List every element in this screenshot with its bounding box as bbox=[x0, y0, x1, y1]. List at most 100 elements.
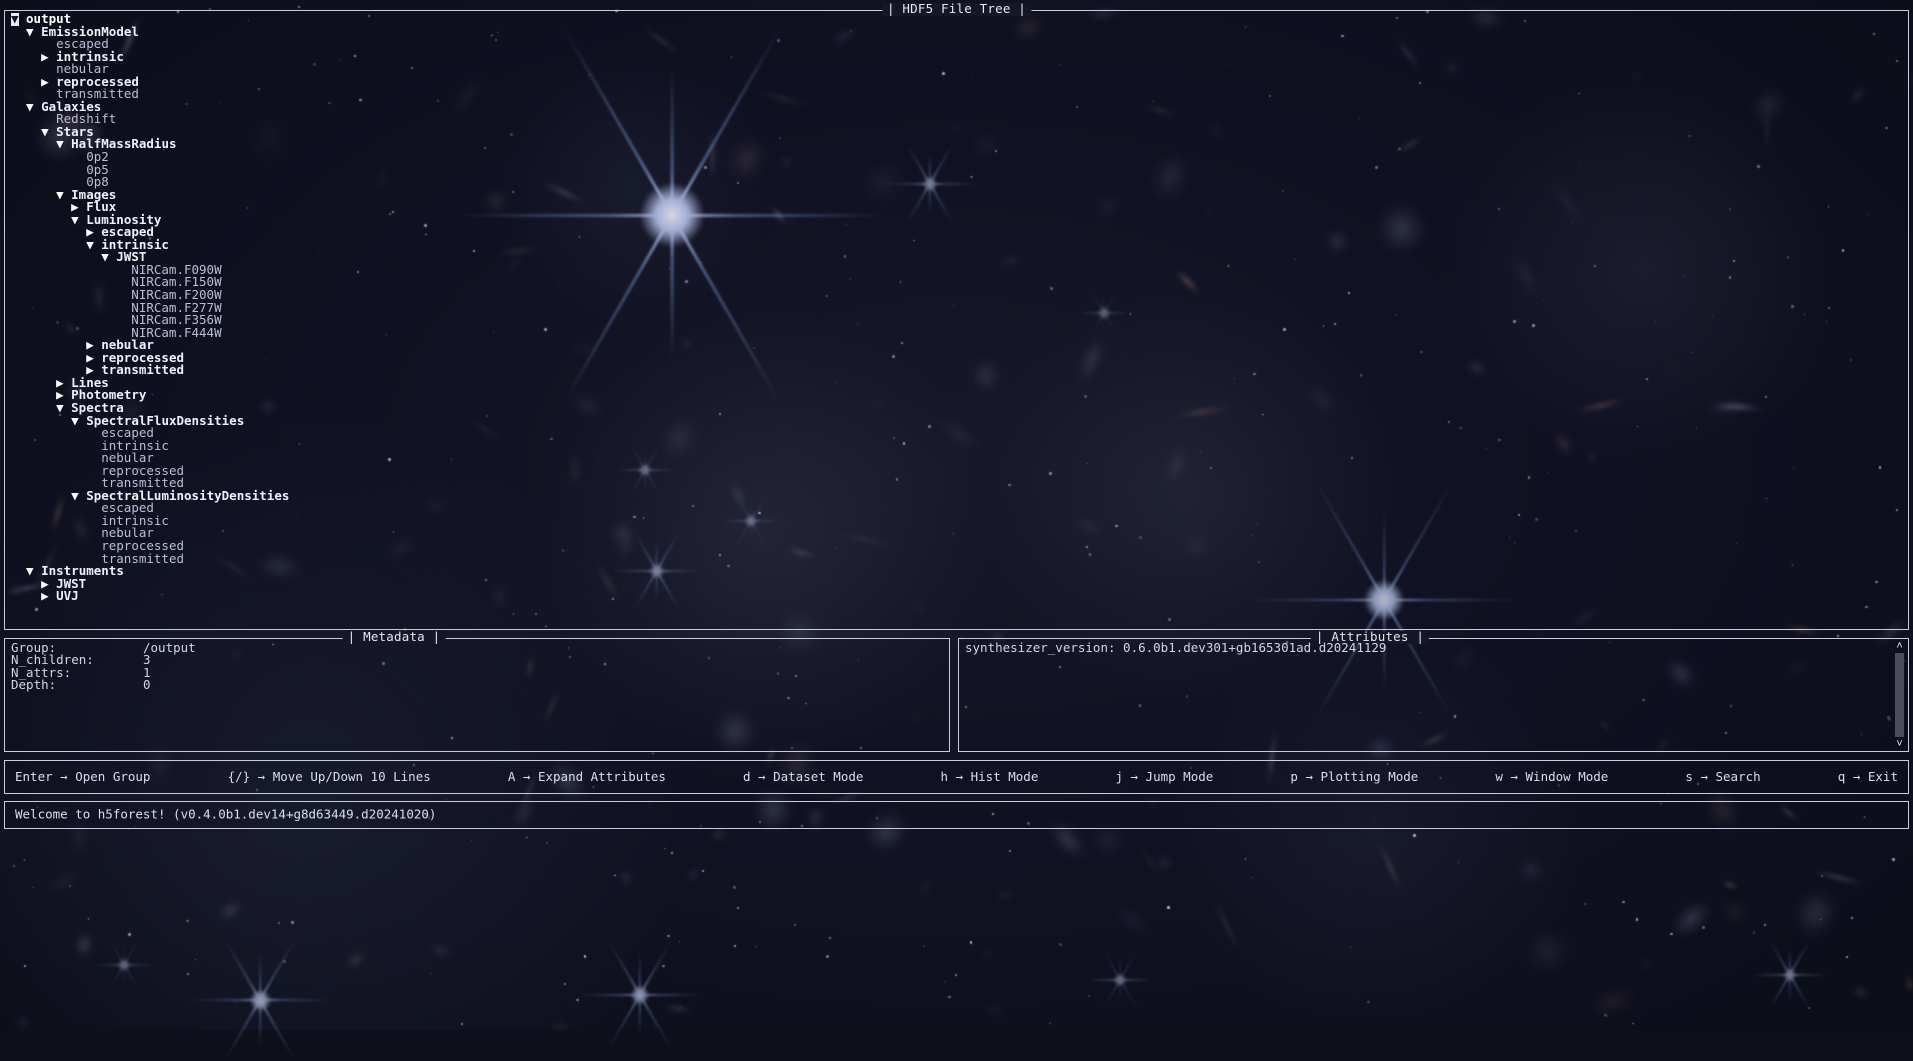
keybindings-panel: Enter → Open Group {/} → Move Up/Down 10 … bbox=[4, 760, 1909, 794]
tree-row[interactable]: nebular bbox=[11, 451, 1902, 465]
tree-row[interactable]: ▶ intrinsic bbox=[11, 50, 1902, 64]
metadata-panel: | Metadata | Group:/output N_children: 3 N_… bbox=[4, 630, 950, 752]
metadata-row: Group:/output bbox=[11, 640, 943, 655]
tree-row[interactable]: ▶ transmitted bbox=[11, 364, 1902, 377]
tree-row[interactable]: ▶ Photometry bbox=[11, 389, 1902, 402]
tree-row[interactable]: nebular bbox=[11, 62, 1902, 76]
tree-row[interactable]: ▼ Images bbox=[11, 188, 1902, 202]
tree-row[interactable]: escaped bbox=[11, 502, 1902, 515]
scroll-up-arrow-icon[interactable]: ˄ bbox=[1894, 640, 1905, 651]
tree-row[interactable]: NIRCam.F090W bbox=[11, 263, 1902, 277]
keybinding-item[interactable]: d → Dataset Mode bbox=[743, 770, 863, 784]
metadata-row: N_attrs: 1 bbox=[11, 666, 943, 679]
tree-row[interactable]: ▶ Lines bbox=[11, 376, 1902, 390]
keybindings-row: Enter → Open Group {/} → Move Up/Down 10 … bbox=[15, 761, 1898, 793]
expanded-triangle-icon[interactable]: ▼ bbox=[26, 100, 41, 114]
expanded-triangle-icon[interactable]: ▼ bbox=[56, 138, 71, 151]
tree-row[interactable]: reprocessed bbox=[11, 539, 1902, 553]
expanded-triangle-icon[interactable]: ▼ bbox=[26, 25, 41, 39]
tree-row[interactable]: ▼ Galaxies bbox=[11, 100, 1902, 114]
scrollbar-track[interactable] bbox=[1895, 653, 1904, 737]
attributes-panel: | Attributes | synthesizer_version: 0.6.… bbox=[958, 630, 1909, 752]
keybinding-item[interactable]: A → Expand Attributes bbox=[508, 770, 666, 784]
keybinding-item[interactable]: {/} → Move Up/Down 10 Lines bbox=[228, 770, 431, 784]
tree-group-label: UVJ bbox=[56, 588, 79, 604]
tree-row[interactable]: NIRCam.F277W bbox=[11, 301, 1902, 315]
tree-row[interactable]: ▼ intrinsic bbox=[11, 238, 1902, 252]
keybinding-item[interactable]: s → Search bbox=[1685, 770, 1760, 784]
tree-row[interactable]: ▼ Luminosity bbox=[11, 213, 1902, 227]
selection-highlight: ▼ bbox=[11, 13, 19, 26]
metadata-key: Depth: bbox=[11, 676, 57, 692]
metadata-row: Depth: 0 bbox=[11, 676, 943, 692]
metadata-value: /output bbox=[143, 640, 196, 655]
collapsed-triangle-icon[interactable]: ▶ bbox=[41, 50, 56, 64]
attribute-row: synthesizer_version: 0.6.0b1.dev301+gb16… bbox=[965, 640, 1387, 655]
keybinding-item[interactable]: w → Window Mode bbox=[1495, 770, 1608, 784]
attributes-rows-container: synthesizer_version: 0.6.0b1.dev301+gb16… bbox=[965, 640, 1886, 748]
tree-rows-container[interactable]: ▼ output ▼ EmissionModel escaped ▶ intrinsic ne… bbox=[11, 13, 1902, 627]
tree-row[interactable]: ▼ SpectralFluxDensities bbox=[11, 414, 1902, 428]
tree-row[interactable]: ▶ reprocessed bbox=[11, 351, 1902, 365]
collapsed-triangle-icon[interactable]: ▶ bbox=[41, 590, 56, 603]
keybinding-item[interactable]: h → Hist Mode bbox=[941, 770, 1039, 784]
metadata-value: 0 bbox=[143, 676, 151, 692]
expanded-triangle-icon[interactable]: ▼ bbox=[56, 188, 71, 202]
tree-row[interactable]: NIRCam.F150W bbox=[11, 276, 1902, 289]
tree-row[interactable]: ▶ escaped bbox=[11, 226, 1902, 239]
metadata-row: N_children: 3 bbox=[11, 653, 943, 666]
tree-row[interactable]: Redshift bbox=[11, 113, 1902, 126]
expanded-triangle-icon[interactable]: ▼ bbox=[41, 125, 56, 139]
scrollbar-thumb[interactable] bbox=[1895, 653, 1904, 737]
tree-cursor-icon[interactable]: ▼ bbox=[11, 13, 26, 26]
tree-row[interactable]: ▶ nebular bbox=[11, 338, 1902, 352]
attributes-scrollbar[interactable]: ˄ ˅ bbox=[1894, 640, 1905, 749]
tree-group-label: transmitted bbox=[101, 362, 185, 378]
expanded-triangle-icon[interactable]: ▼ bbox=[71, 489, 86, 503]
tree-row[interactable]: ▼ SpectralLuminosityDensities bbox=[11, 489, 1902, 503]
expanded-triangle-icon[interactable]: ▼ bbox=[101, 251, 116, 264]
tree-row[interactable]: ▼ HalfMassRadius bbox=[11, 138, 1902, 151]
tree-row[interactable]: transmitted bbox=[11, 552, 1902, 566]
collapsed-triangle-icon[interactable]: ▶ bbox=[41, 75, 56, 89]
tree-row[interactable]: ▶ UVJ bbox=[11, 588, 1902, 604]
keybinding-item[interactable]: j → Jump Mode bbox=[1115, 770, 1213, 784]
tree-row[interactable]: ▶ reprocessed bbox=[11, 75, 1902, 89]
tree-row[interactable]: NIRCam.F356W bbox=[11, 313, 1902, 327]
tree-row[interactable]: reprocessed bbox=[11, 464, 1902, 478]
tree-row[interactable]: ▶ Flux bbox=[11, 200, 1902, 214]
expanded-triangle-icon[interactable]: ▼ bbox=[56, 401, 71, 415]
tree-row[interactable]: 0p8 bbox=[11, 175, 1902, 189]
tree-row[interactable]: escaped bbox=[11, 37, 1902, 51]
h5forest-tui: | HDF5 File Tree | ▼ output ▼ EmissionModel… bbox=[0, 0, 1913, 1030]
tree-row[interactable]: ▶ JWST bbox=[11, 577, 1902, 591]
tree-row[interactable]: intrinsic bbox=[11, 439, 1902, 453]
status-message: Welcome to h5forest! (v0.4.0b1.dev14+g8d… bbox=[15, 806, 437, 822]
tree-row[interactable]: ▼ EmissionModel bbox=[11, 25, 1902, 39]
metadata-rows-container: Group:/output N_children: 3 N_attrs: 1 Depth:… bbox=[11, 640, 943, 748]
tree-row[interactable]: 0p5 bbox=[11, 163, 1902, 177]
expanded-triangle-icon[interactable]: ▼ bbox=[71, 213, 86, 227]
tree-row[interactable]: NIRCam.F444W bbox=[11, 326, 1902, 340]
tree-row[interactable]: ▼ Stars bbox=[11, 125, 1902, 139]
keybinding-item[interactable]: q → Exit bbox=[1838, 770, 1898, 784]
tree-row[interactable]: ▼ Instruments bbox=[11, 564, 1902, 578]
expanded-triangle-icon[interactable]: ▼ bbox=[71, 414, 86, 428]
tree-row[interactable]: transmitted bbox=[11, 88, 1902, 101]
tree-row[interactable]: nebular bbox=[11, 527, 1902, 540]
tree-row[interactable]: escaped bbox=[11, 426, 1902, 440]
keybinding-item[interactable]: p → Plotting Mode bbox=[1290, 770, 1418, 784]
tree-row[interactable]: 0p2 bbox=[11, 150, 1902, 164]
tree-row[interactable]: NIRCam.F200W bbox=[11, 288, 1902, 302]
status-bar-panel: Welcome to h5forest! (v0.4.0b1.dev14+g8d… bbox=[4, 801, 1909, 829]
scroll-down-arrow-icon[interactable]: ˅ bbox=[1894, 738, 1905, 749]
tree-row[interactable]: ▼ Spectra bbox=[11, 401, 1902, 415]
expanded-triangle-icon[interactable]: ▼ bbox=[86, 238, 101, 252]
tree-row[interactable]: ▼ output bbox=[11, 13, 1902, 26]
tree-row[interactable]: ▼ JWST bbox=[11, 251, 1902, 264]
tree-row[interactable]: intrinsic bbox=[11, 514, 1902, 528]
keybinding-item[interactable]: Enter → Open Group bbox=[15, 770, 150, 784]
tree-row[interactable]: transmitted bbox=[11, 476, 1902, 490]
expanded-triangle-icon[interactable]: ▼ bbox=[26, 565, 41, 578]
hdf5-file-tree-panel: | HDF5 File Tree | ▼ output ▼ EmissionModel… bbox=[4, 2, 1909, 630]
